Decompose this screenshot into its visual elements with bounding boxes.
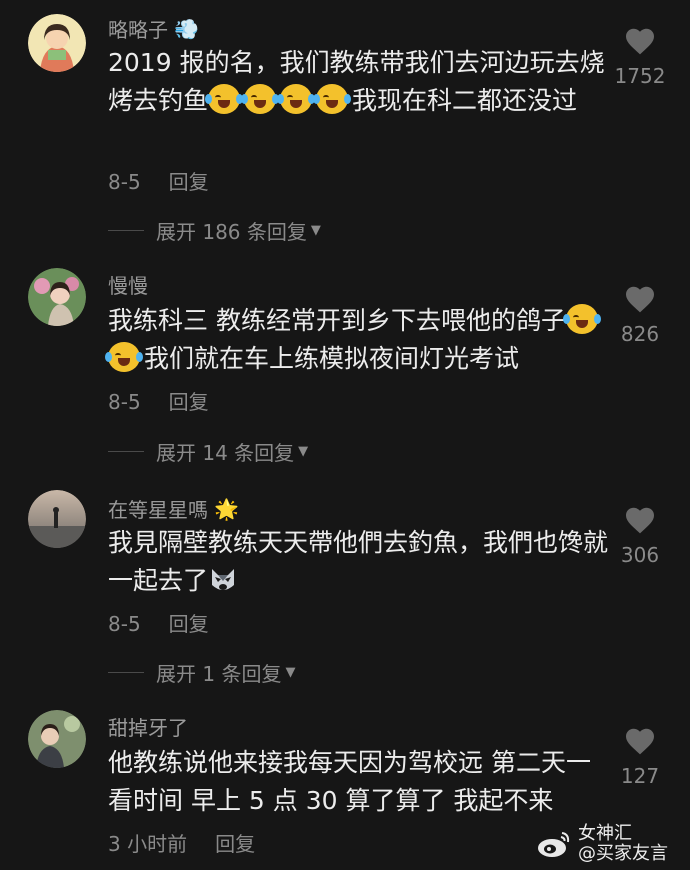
triangle-down-icon: ▼ — [298, 444, 309, 459]
comment-date: 8-5 — [108, 170, 141, 194]
triangle-down-icon: ▼ — [285, 665, 296, 680]
username[interactable]: 甜掉牙了 — [108, 712, 188, 741]
expand-replies-button[interactable]: 展开 186 条回复 ▼ — [108, 216, 321, 245]
username-emoji: 💨 — [174, 16, 199, 41]
laughing-crying-icon — [241, 84, 280, 114]
comment-text: 2019 报的名，我们教练带我们去河边玩去烧烤去钓鱼 我现在科二都还没过 — [108, 48, 605, 115]
comment-date: 8-5 — [108, 390, 141, 414]
username-emoji: 🌟 — [214, 496, 239, 521]
comment-meta: 8-5 回复 — [108, 608, 209, 637]
comment-text: 他教练说他来接我每天因为驾校远 第二天一看时间 早上 5 点 30 算了算了 我… — [108, 748, 591, 815]
comment-text: 我見隔壁教练天天帶他們去釣魚，我們也馋就一起去了 — [108, 528, 609, 595]
watermark-line1: 女神汇 — [578, 823, 632, 844]
heart-icon — [626, 728, 654, 755]
expand-replies-button[interactable]: 展开 1 条回复 ▼ — [108, 658, 295, 687]
avatar[interactable] — [28, 710, 86, 768]
husky-icon — [212, 569, 235, 590]
comment-date: 8-5 — [108, 612, 141, 636]
reply-button[interactable]: 回复 — [215, 832, 255, 856]
reply-button[interactable]: 回复 — [169, 390, 209, 414]
reply-button[interactable]: 回复 — [169, 612, 209, 636]
heart-icon — [626, 286, 654, 313]
like-count: 306 — [620, 543, 660, 567]
avatar[interactable] — [28, 268, 86, 326]
username[interactable]: 慢慢 — [108, 270, 148, 299]
laughing-crying-icon — [105, 342, 143, 372]
like-count: 127 — [620, 764, 660, 788]
divider-line — [108, 672, 144, 673]
like-button[interactable]: 826 — [590, 284, 690, 346]
like-count: 826 — [620, 322, 660, 346]
comment-text: 我练科三 教练经常开到乡下去喂他的鸽子 我们就在车上练模拟夜间灯光考试 — [105, 302, 608, 378]
avatar[interactable] — [28, 14, 86, 72]
comment-meta: 3 小时前 回复 — [108, 828, 255, 857]
like-count: 1752 — [614, 64, 666, 88]
divider-line — [108, 230, 144, 231]
laughing-crying-icon — [205, 84, 244, 114]
laughing-crying-icon — [313, 84, 352, 114]
divider-line — [108, 451, 144, 452]
watermark: 女神汇 @买家友言 — [536, 824, 668, 864]
heart-icon — [626, 28, 654, 55]
heart-icon — [626, 507, 654, 534]
like-button[interactable]: 127 — [590, 726, 690, 788]
avatar[interactable] — [28, 490, 86, 548]
comment-date: 3 小时前 — [108, 832, 188, 856]
watermark-line2: @买家友言 — [578, 843, 668, 864]
reply-button[interactable]: 回复 — [169, 170, 209, 194]
comment-meta: 8-5 回复 — [108, 386, 209, 415]
username[interactable]: 在等星星嗎 🌟 — [108, 494, 239, 523]
like-button[interactable]: 1752 — [590, 26, 690, 88]
like-button[interactable]: 306 — [590, 505, 690, 567]
expand-replies-button[interactable]: 展开 14 条回复 ▼ — [108, 437, 308, 466]
username[interactable]: 略略子 💨 — [108, 14, 199, 43]
comment-meta: 8-5 回复 — [108, 166, 209, 195]
laughing-crying-icon — [277, 84, 316, 114]
weibo-logo-icon — [538, 832, 570, 857]
triangle-down-icon: ▼ — [310, 223, 321, 238]
